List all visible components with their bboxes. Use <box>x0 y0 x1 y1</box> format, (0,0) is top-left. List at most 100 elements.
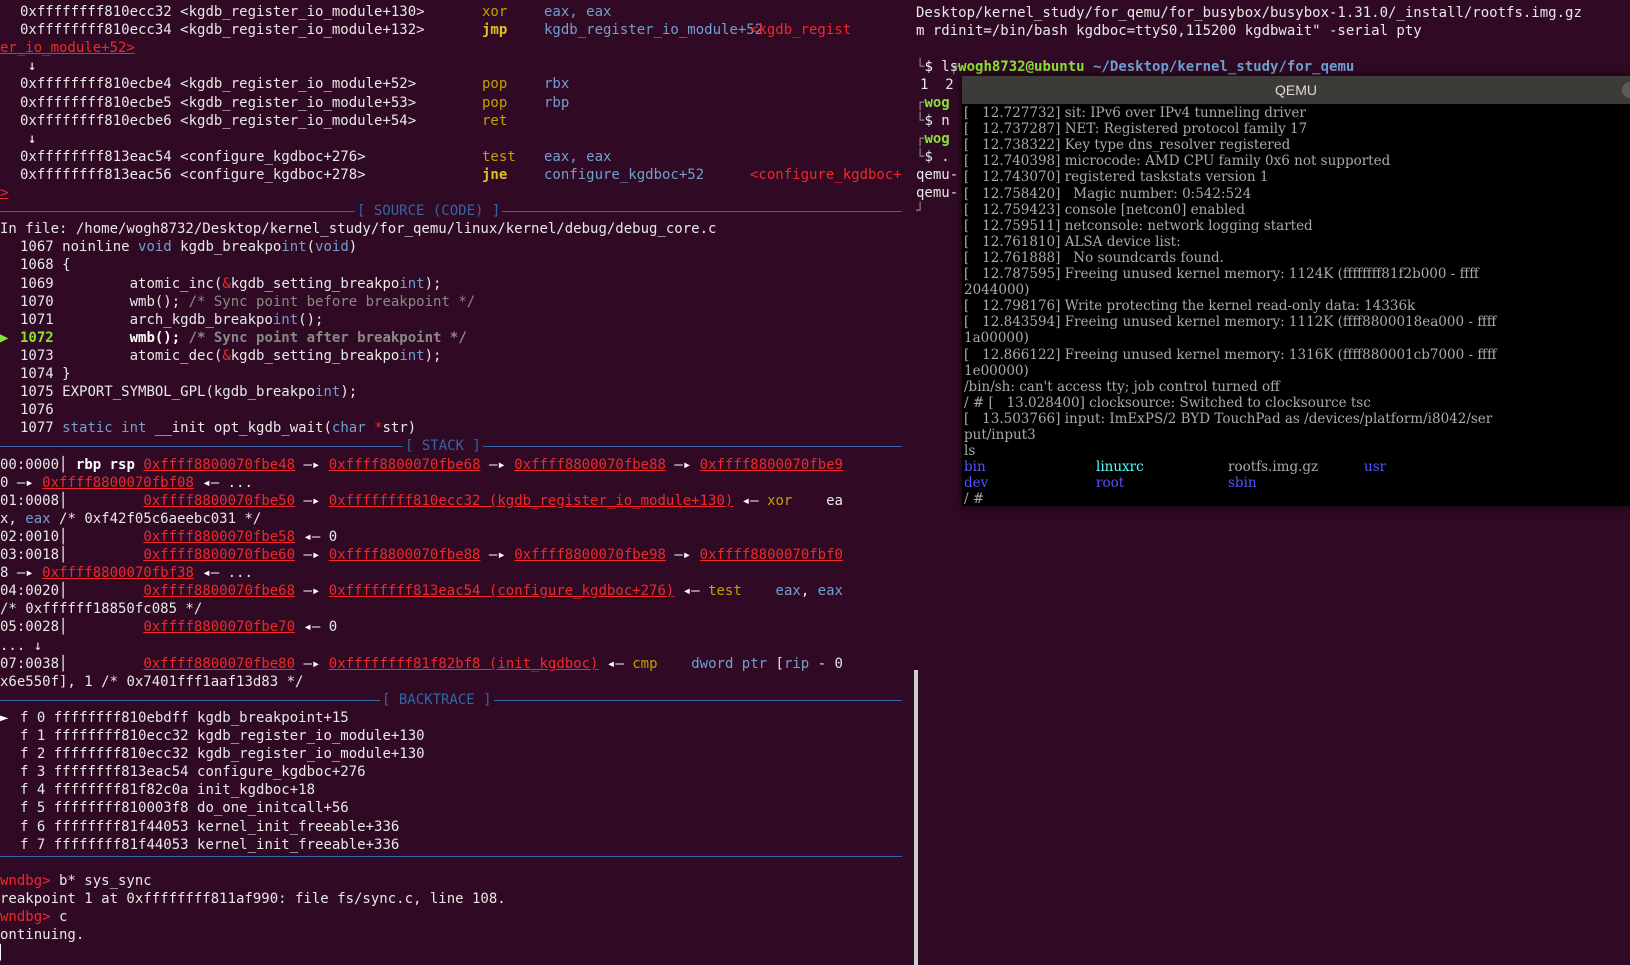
stack-line: /* 0xffffff18850fc085 */ <box>0 600 202 618</box>
ls-entry[interactable]: usr <box>1364 459 1386 475</box>
source-line-current: ▶ 1072 wmb(); /* Sync point after breakp… <box>0 329 467 347</box>
disasm-symbol: <kgdb_register_io_module+52> <box>180 76 417 92</box>
ls-entry[interactable]: sbin <box>1228 475 1257 491</box>
section-label: [ BACKTRACE ] <box>380 691 494 709</box>
source-code: wmb(); /* Sync point after breakpoint */ <box>62 330 467 346</box>
stack-address-link[interactable]: 0xffffffff81f82bf8 (init_kgdboc) <box>329 656 599 672</box>
qemu-console[interactable]: [ 12.727732] sit: IPv6 over IPv4 tunneli… <box>962 104 1630 506</box>
disasm-address: 0xffffffff810ecbe5 <box>20 95 181 111</box>
code-token: void <box>138 239 172 255</box>
frame-index: f 5 <box>20 800 46 816</box>
stack-address-link[interactable]: 0xffff8800070fbe68 <box>143 583 295 599</box>
stack-token: /* 0x7401fff1aaf13d83 */ <box>101 674 304 690</box>
source-line: 1076 <box>0 401 62 419</box>
stack-address-link[interactable]: 0xffff8800070fbf08 <box>42 475 194 491</box>
stack-address-link[interactable]: 0xffff8800070fbe70 <box>143 619 295 635</box>
disasm-operands: rbp <box>544 95 570 111</box>
stack-token: ◂— <box>303 619 321 635</box>
shell-cmd-line-1: Desktop/kernel_study/for_qemu/for_busybo… <box>916 5 1582 21</box>
frame-function: init_kgdboc+18 <box>188 782 316 798</box>
disasm-line: 0xffffffff810ecbe5 <kgdb_register_io_mod… <box>20 94 569 112</box>
pwndbg-command-1: wndbg> b* sys_sync <box>0 872 152 890</box>
shell-partial-2: └$ n <box>916 113 950 129</box>
console-line: [ 12.787595] Freeing unused kernel memor… <box>964 266 1479 282</box>
stack-text <box>67 529 143 545</box>
stack-address-link[interactable]: 0xffff8800070fbe80 <box>143 656 295 672</box>
console-line: 1e00000) <box>964 363 1029 379</box>
ls-entry[interactable]: linuxrc <box>1096 459 1144 475</box>
close-icon[interactable] <box>1622 82 1630 98</box>
stack-address-link[interactable]: 0xffff8800070fbf0 <box>700 547 843 563</box>
backtrace-frame: f 5 ffffffff810003f8 do_one_initcall+56 <box>0 799 349 817</box>
disasm-line: 0xffffffff810ecc34 <kgdb_register_io_mod… <box>20 21 851 39</box>
stack-address-link[interactable]: 0xffff8800070fbe88 <box>514 457 666 473</box>
ls-entry[interactable]: root <box>1096 475 1124 491</box>
frame-function: do_one_initcall+56 <box>188 800 349 816</box>
stack-token: ◂— <box>303 529 321 545</box>
source-line-number: 1070 <box>20 294 54 310</box>
code-token: noinline <box>62 239 139 255</box>
stack-line: 8 —▸ 0xffff8800070fbf38 ◂— ... <box>0 564 253 582</box>
source-code: atomic_dec(&kgdb_setting_breakpoint); <box>62 348 442 364</box>
disasm-address: 0xffffffff810ecbe4 <box>20 76 181 92</box>
code-token: & <box>222 276 231 292</box>
frame-address: ffffffff810ecc32 <box>45 746 189 762</box>
stack-text <box>320 656 328 672</box>
stack-text: x6e550f], 1 <box>0 674 102 690</box>
stack-text <box>506 457 514 473</box>
source-line-number: 1076 <box>20 402 54 418</box>
frame-marker-icon <box>0 818 20 836</box>
stack-text <box>295 457 303 473</box>
gdb-pane[interactable]: 0xffffffff810ecc32 <kgdb_register_io_mod… <box>0 0 902 965</box>
frame-marker-icon <box>0 799 20 817</box>
stack-text: 02:0010 <box>0 529 60 545</box>
stack-text <box>481 457 489 473</box>
code-token: static <box>62 420 113 436</box>
output-text: ontinuing. <box>0 927 85 943</box>
pane-separator <box>904 0 908 965</box>
disasm-target-link[interactable]: <configure_kgdboc+5 <box>750 166 902 184</box>
stack-token: —▸ <box>488 547 506 563</box>
cursor[interactable]: ▏ <box>0 945 8 961</box>
prompt-path: ~/Desktop/kernel_study/for_qemu <box>1093 59 1355 75</box>
stack-token: —▸ <box>303 547 321 563</box>
ls-entry[interactable]: dev <box>964 475 988 491</box>
qemu-window[interactable]: QEMU [ 12.727732] sit: IPv6 over IPv4 tu… <box>962 76 1630 506</box>
stack-address-link[interactable]: 0xffff8800070fbe9 <box>700 457 843 473</box>
code-token: & <box>222 348 231 364</box>
stack-address-link[interactable]: 0xffff8800070fbe88 <box>329 547 481 563</box>
stack-line: 04:0020│ 0xffff8800070fbe68 —▸ 0xfffffff… <box>0 582 843 600</box>
stack-address-link[interactable]: 0xffff8800070fbe58 <box>143 529 295 545</box>
stack-address-link[interactable]: 0xffffffff813eac54 (configure_kgdboc+276… <box>329 583 675 599</box>
stack-text: 03:0018 <box>0 547 60 563</box>
ls-entry[interactable]: rootfs.img.gz <box>1228 459 1318 475</box>
source-line: 1068 { <box>0 256 71 274</box>
backtrace-frame: f 3 ffffffff813eac54 configure_kgdboc+27… <box>0 763 366 781</box>
frame-index: f 6 <box>20 819 46 835</box>
qemu-titlebar[interactable]: QEMU <box>962 76 1630 104</box>
source-file-path: In file: /home/wogh8732/Desktop/kernel_s… <box>0 220 716 238</box>
terminal-cursor: ▏ <box>0 944 8 962</box>
stack-address-link[interactable]: 0xffff8800070fbe60 <box>143 547 295 563</box>
stack-address-link[interactable]: 0xffff8800070fbe98 <box>514 547 666 563</box>
ls-entry[interactable]: bin <box>964 459 986 475</box>
code-token: wmb(); <box>62 294 189 310</box>
stack-address-link[interactable]: 0xffff8800070fbe48 <box>143 457 295 473</box>
code-comment: /* Sync point after breakpoint */ <box>188 330 467 346</box>
stack-address-link[interactable]: 0xffff8800070fbe68 <box>329 457 481 473</box>
stack-address-link[interactable]: 0xffff8800070fbe50 <box>143 493 295 509</box>
stack-address-link[interactable]: 0xffffffff810ecc32 (kgdb_register_io_mod… <box>329 493 734 509</box>
stack-address-link[interactable]: 0xffff8800070fbf38 <box>42 565 194 581</box>
stack-text: - 0 <box>809 656 843 672</box>
code-token: * <box>374 420 383 436</box>
stack-token: —▸ <box>303 457 321 473</box>
disasm-target-link[interactable]: <kgdb_regist <box>750 21 851 39</box>
frame-index: f 7 <box>20 837 46 853</box>
console-line: [ 12.761810] ALSA device list: <box>964 234 1181 250</box>
disasm-operands: eax, eax <box>544 4 612 20</box>
backtrace-section-header: [ BACKTRACE ] <box>0 691 902 709</box>
section-label: [ STACK ] <box>403 437 483 455</box>
